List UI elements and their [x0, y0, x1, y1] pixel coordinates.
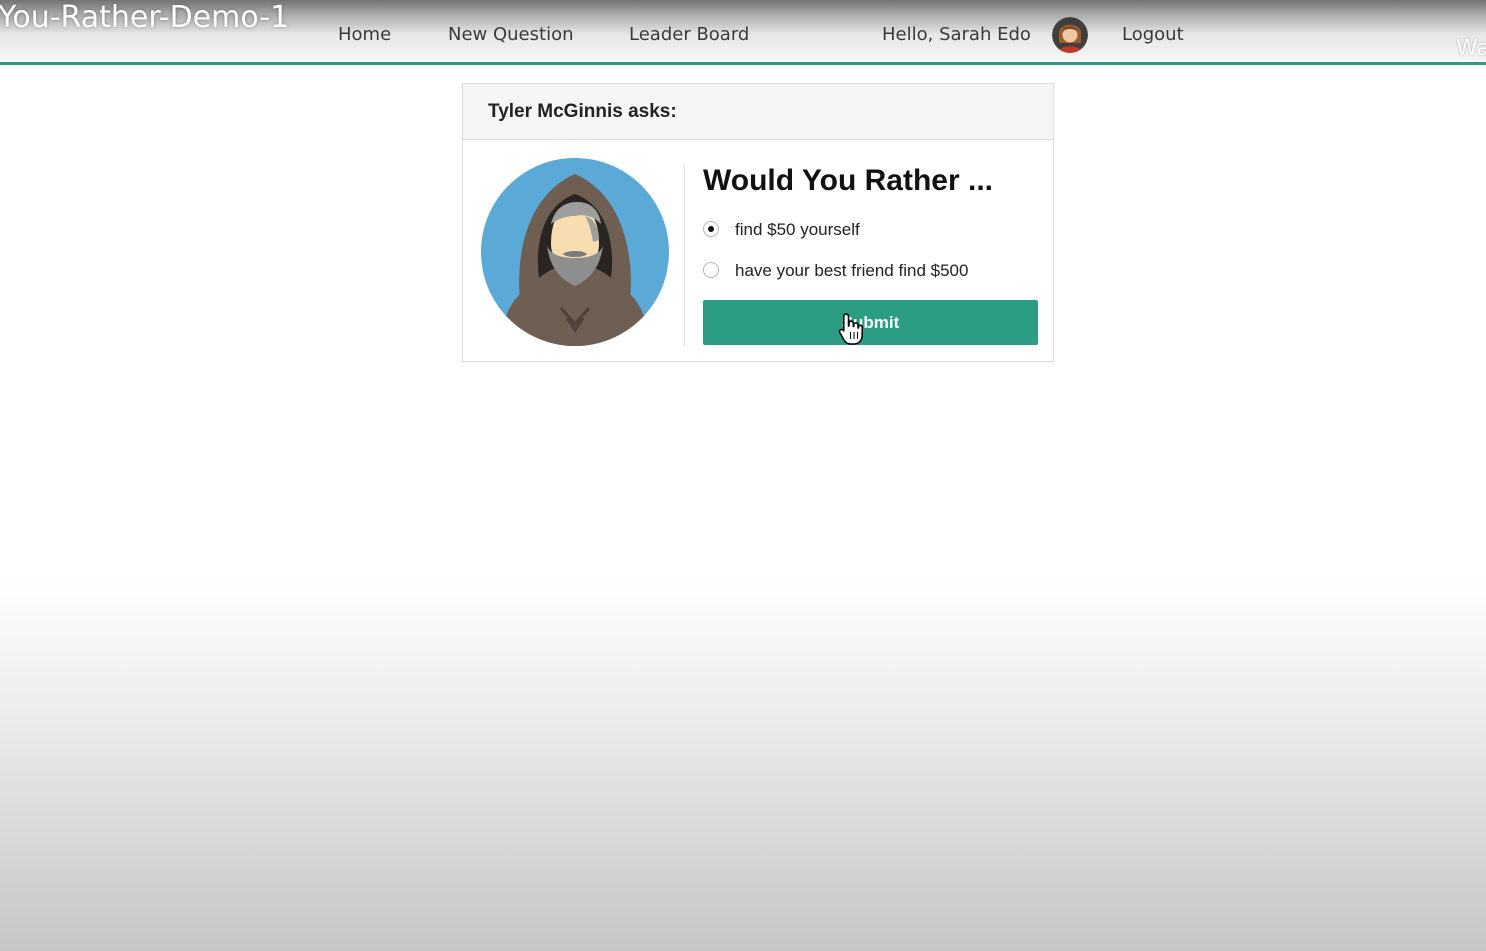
radio-option-2[interactable] [703, 262, 719, 278]
vertical-divider [684, 164, 685, 346]
video-title: You-Rather-Demo-1 [0, 0, 290, 35]
hooded-bearded-man-avatar-icon [481, 158, 669, 346]
nav-leader-board-link[interactable]: Leader Board [629, 24, 749, 45]
question-author-header: Tyler McGinnis asks: [488, 101, 677, 122]
question-title: Would You Rather ... [703, 164, 994, 197]
watermark-text: Wa [1456, 36, 1486, 61]
hand-pointer-icon [838, 312, 864, 346]
option-2-label: have your best friend find $500 [735, 261, 969, 280]
question-card: Tyler McGinnis asks: Would You Rather ..… [462, 83, 1054, 362]
logout-link[interactable]: Logout [1122, 24, 1184, 45]
nav-home-link[interactable]: Home [338, 24, 391, 45]
radio-option-1[interactable] [703, 221, 719, 237]
option-1-label: find $50 yourself [735, 220, 860, 239]
submit-button[interactable]: Submit [703, 300, 1038, 345]
woman-avatar-icon [1052, 17, 1088, 53]
user-greeting: Hello, Sarah Edo [882, 24, 1031, 45]
card-header: Tyler McGinnis asks: [463, 84, 1053, 140]
nav-new-question-link[interactable]: New Question [448, 24, 574, 45]
